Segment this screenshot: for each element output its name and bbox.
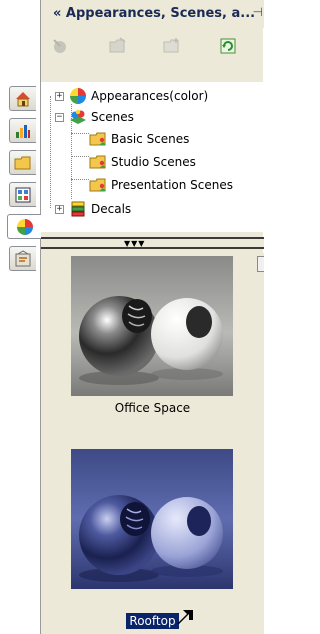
tab-custom-properties[interactable] <box>9 246 36 271</box>
scenes-icon <box>69 108 87 126</box>
scene-caption: Office Space <box>41 401 264 415</box>
open-folder-icon <box>109 37 126 53</box>
tab-view-palette[interactable] <box>9 182 36 207</box>
open-folder-button[interactable] <box>107 36 129 56</box>
apply-appearance-icon <box>53 39 66 53</box>
scene-label-rooftop: Rooftop <box>126 613 179 629</box>
folder-icon <box>14 156 31 169</box>
new-folder-button[interactable] <box>161 36 183 56</box>
tree-item-basic-scenes[interactable]: Basic Scenes <box>89 129 189 149</box>
refresh-icon <box>220 38 236 54</box>
task-pane-title: « Appearances, Scenes, a... <box>53 6 256 21</box>
tab-file-explorer[interactable] <box>9 150 36 175</box>
tree-item-label: Decals <box>91 202 132 216</box>
home-icon <box>16 91 30 106</box>
office-space-preview <box>71 256 233 396</box>
chart-icon <box>16 124 30 138</box>
new-folder-icon <box>163 38 179 53</box>
pane-splitter[interactable]: ▼▼▼ <box>41 237 264 249</box>
tab-home[interactable] <box>9 86 36 111</box>
rooftop-preview <box>71 449 233 589</box>
tree-item-decals[interactable]: + Decals <box>55 199 131 219</box>
expand-toggle[interactable]: + <box>55 204 64 214</box>
task-pane-title-bar: « Appearances, Scenes, a... ⊣ <box>41 0 264 28</box>
tree-item-label: Studio Scenes <box>111 155 196 169</box>
properties-icon <box>15 249 31 266</box>
tab-appearances-scenes[interactable] <box>7 214 41 239</box>
tab-design-library[interactable] <box>9 118 36 143</box>
scene-gallery: Office Space Rooftop <box>41 253 264 634</box>
appearances-color-icon <box>69 87 87 105</box>
appearances-icon <box>16 218 33 235</box>
refresh-button[interactable] <box>217 36 239 56</box>
tree-item-label: Appearances(color) <box>91 89 209 103</box>
tree-item-studio-scenes[interactable]: Studio Scenes <box>89 152 196 172</box>
task-pane-tab-strip <box>0 0 41 634</box>
scene-caption: Rooftop <box>41 613 264 629</box>
tree-item-presentation-scenes[interactable]: Presentation Scenes <box>89 175 233 195</box>
appearances-task-pane: « Appearances, Scenes, a... ⊣ + Appearan… <box>40 0 264 634</box>
tree-item-label: Basic Scenes <box>111 132 190 146</box>
tree-item-scenes[interactable]: − Scenes <box>55 107 134 127</box>
tree-connector <box>50 96 51 208</box>
expand-toggle[interactable]: + <box>55 91 64 101</box>
apply-appearance-button[interactable] <box>49 36 71 56</box>
scrollbar[interactable] <box>257 256 264 272</box>
scene-thumbnail-rooftop[interactable] <box>71 449 233 589</box>
scene-folder-icon <box>89 153 107 171</box>
tree-connector <box>71 133 89 134</box>
decals-icon <box>69 200 87 218</box>
tree-connector <box>71 156 89 157</box>
pin-icon[interactable]: ⊣ <box>253 5 263 19</box>
splitter-grip-icon: ▼▼▼ <box>124 239 146 248</box>
task-pane-toolbar <box>41 30 264 60</box>
scene-label-office-space: Office Space <box>114 401 191 415</box>
collapse-toggle[interactable]: − <box>55 112 64 122</box>
scene-folder-icon <box>89 130 107 148</box>
arrow-cursor-icon <box>177 610 193 624</box>
tree-connector <box>71 179 89 180</box>
scene-thumbnail-office-space[interactable] <box>71 256 233 396</box>
tree-item-label: Scenes <box>91 110 134 124</box>
tree-item-label: Presentation Scenes <box>111 178 234 192</box>
tree-item-appearances[interactable]: + Appearances(color) <box>55 86 208 106</box>
scene-folder-icon <box>89 176 107 194</box>
view-palette-icon <box>15 187 31 202</box>
appearances-tree: + Appearances(color) − Scenes Basic Scen… <box>41 82 264 232</box>
